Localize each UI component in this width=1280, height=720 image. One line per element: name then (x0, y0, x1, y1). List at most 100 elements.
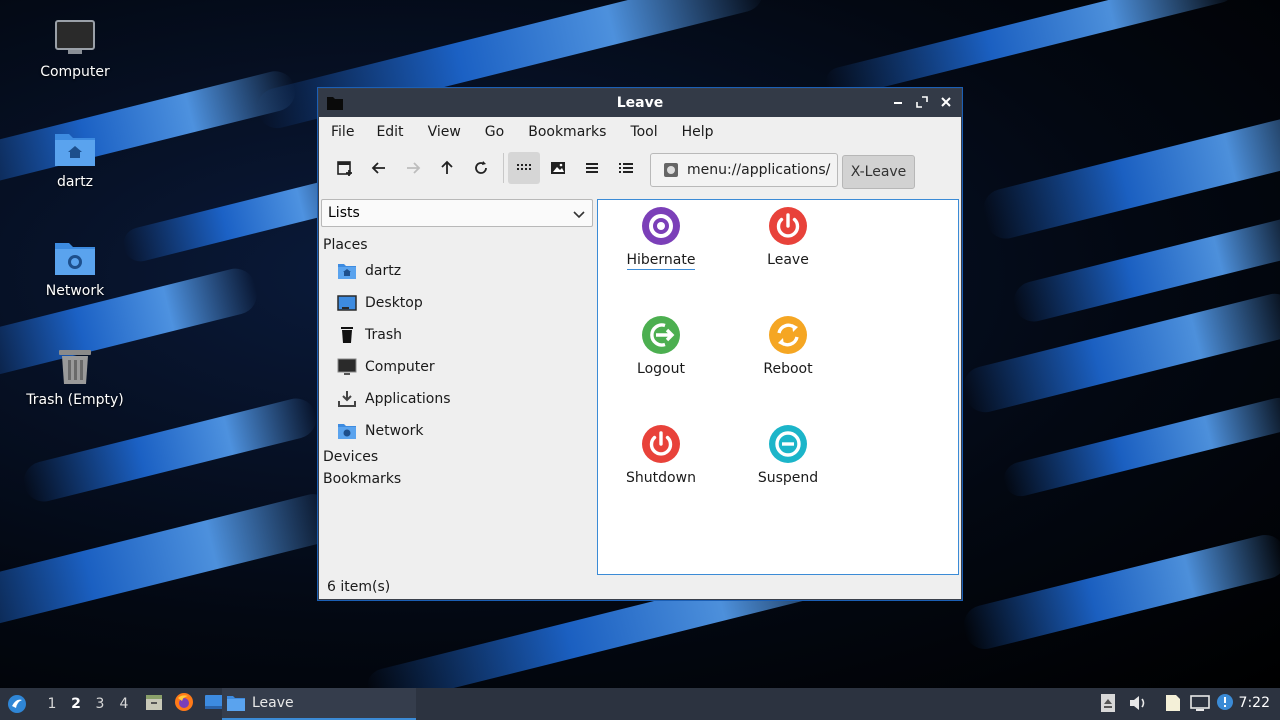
devices-heading[interactable]: Devices (323, 449, 595, 465)
home-folder-icon (53, 128, 97, 168)
side-panel-mode-value: Lists (328, 205, 360, 221)
suspend-icon (768, 424, 808, 464)
arrow-right-icon (407, 162, 421, 174)
maximize-button[interactable] (915, 95, 929, 109)
close-button[interactable] (939, 95, 953, 109)
menu-bar: File Edit View Go Bookmarks Tool Help (319, 117, 961, 147)
detailed-view-button[interactable] (610, 152, 642, 184)
computer-icon (337, 358, 357, 376)
start-menu-button[interactable] (6, 693, 28, 715)
workspace-1[interactable]: 1 (40, 696, 64, 712)
workspace-2[interactable]: 2 (64, 696, 88, 712)
bookmarks-heading[interactable]: Bookmarks (323, 471, 595, 487)
forward-button[interactable] (397, 152, 429, 184)
minimize-icon (894, 102, 902, 104)
computer-icon (53, 18, 97, 58)
firefox-launcher[interactable] (174, 692, 194, 716)
app-hibernate[interactable]: Hibernate (606, 206, 716, 270)
toolbar: menu://applications/ X-Leave (319, 147, 961, 189)
trash-icon (53, 346, 97, 386)
menu-view[interactable]: View (428, 124, 473, 140)
minimize-button[interactable] (891, 95, 905, 109)
menu-bookmarks[interactable]: Bookmarks (528, 124, 618, 140)
network-folder-icon (337, 422, 357, 440)
menu-tool[interactable]: Tool (630, 124, 669, 140)
desktop-icon (337, 294, 357, 312)
folder-icon (227, 696, 245, 711)
path-bar[interactable]: menu://applications/ (650, 153, 838, 187)
app-shutdown[interactable]: Shutdown (606, 424, 716, 486)
reload-button[interactable] (465, 152, 497, 184)
sidebar-item-applications[interactable]: Applications (321, 383, 595, 415)
status-bar: 6 item(s) (327, 579, 391, 595)
sidebar-item-computer[interactable]: Computer (321, 351, 595, 383)
tray-volume-button[interactable] (1128, 693, 1148, 717)
file-manager-launcher[interactable] (144, 692, 164, 716)
desktop-icon-trash[interactable]: Trash (Empty) (15, 346, 135, 408)
sidebar-item-desktop[interactable]: Desktop (321, 287, 595, 319)
icon-view-button[interactable] (508, 152, 540, 184)
sidebar-item-dartz[interactable]: dartz (321, 255, 595, 287)
sidebar-item-label: Applications (365, 391, 451, 407)
up-button[interactable] (431, 152, 463, 184)
menu-go[interactable]: Go (485, 124, 516, 140)
tray-update-button[interactable] (1216, 693, 1234, 717)
sidebar-item-network[interactable]: Network (321, 415, 595, 447)
places-heading[interactable]: Places (323, 237, 595, 253)
trash-icon (337, 326, 357, 344)
maximize-icon (916, 96, 928, 108)
firefox-icon (175, 693, 193, 711)
desktop-icon-label: dartz (56, 174, 94, 190)
app-leave[interactable]: Leave (733, 206, 843, 268)
home-folder-icon (337, 262, 357, 280)
desktop-icon-label: Network (45, 283, 105, 299)
window-titlebar[interactable]: Leave (319, 89, 961, 117)
desktop-icon-label: Trash (Empty) (26, 392, 124, 408)
new-tab-button[interactable] (329, 152, 361, 184)
path-text: menu://applications/ (687, 162, 831, 178)
back-button[interactable] (363, 152, 395, 184)
logout-icon (641, 315, 681, 355)
new-tab-icon (337, 161, 352, 176)
side-panel: Lists Places dartz Desktop Trash Compute… (321, 199, 595, 569)
app-logout[interactable]: Logout (606, 315, 716, 377)
workspace-4[interactable]: 4 (112, 696, 136, 712)
app-suspend[interactable]: Suspend (733, 424, 843, 486)
sidebar-item-label: Desktop (365, 295, 423, 311)
file-cabinet-icon (146, 695, 162, 710)
power-icon (768, 206, 808, 246)
clock[interactable]: 7:22 (1239, 695, 1270, 711)
menu-file[interactable]: File (331, 124, 366, 140)
image-icon (551, 162, 565, 174)
window-title: Leave (616, 95, 664, 111)
app-label: Leave (767, 252, 809, 268)
lubuntu-logo-icon (8, 695, 26, 713)
tray-clipboard-button[interactable] (1164, 693, 1182, 717)
compact-view-button[interactable] (576, 152, 608, 184)
network-folder-icon (53, 237, 97, 277)
power-icon (641, 424, 681, 464)
side-panel-mode-select[interactable]: Lists (321, 199, 593, 227)
menu-help[interactable]: Help (682, 124, 726, 140)
file-view[interactable]: Hibernate Leave Logout Reboot Shutdown S… (597, 199, 959, 575)
path-segment-button[interactable]: X-Leave (842, 155, 915, 189)
desktop-icon-network[interactable]: Network (15, 237, 135, 299)
taskbar-window-leave[interactable]: Leave (222, 688, 416, 720)
app-label: Suspend (757, 470, 819, 486)
menu-edit[interactable]: Edit (376, 124, 415, 140)
show-desktop-button[interactable] (204, 692, 224, 716)
tray-network-button[interactable] (1190, 693, 1210, 717)
desktop-icon-label: Computer (40, 64, 110, 80)
grid-icon (517, 164, 531, 170)
workspace-3[interactable]: 3 (88, 696, 112, 712)
desktop-icon (205, 695, 223, 709)
app-reboot[interactable]: Reboot (733, 315, 843, 377)
sidebar-item-trash[interactable]: Trash (321, 319, 595, 351)
info-icon (1217, 694, 1233, 710)
desktop-icon-computer[interactable]: Computer (15, 18, 135, 80)
app-label: Hibernate (626, 252, 696, 270)
thumbnail-view-button[interactable] (542, 152, 574, 184)
desktop-icon-dartz[interactable]: dartz (15, 128, 135, 190)
list-icon (586, 163, 598, 173)
tray-eject-button[interactable] (1100, 693, 1116, 717)
